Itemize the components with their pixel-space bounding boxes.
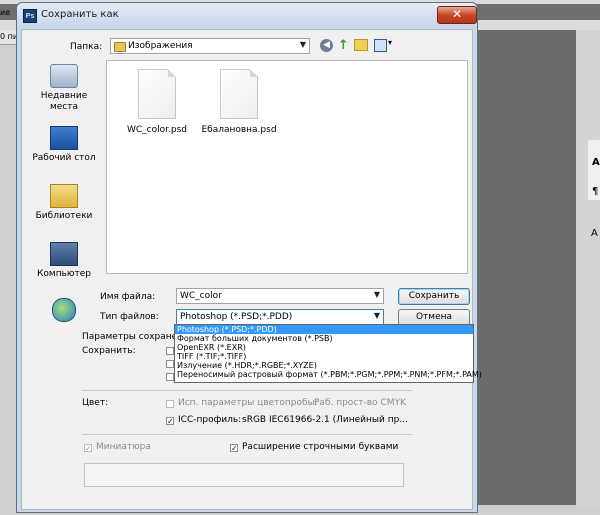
filetype-option[interactable]: TIFF (*.TIF;*.TIFF)	[175, 352, 473, 361]
background-tool-fragment-2: ¶	[592, 186, 599, 197]
place-label: Рабочий стол	[32, 153, 96, 163]
filetype-label: Тип файлов:	[100, 312, 159, 322]
chevron-down-icon[interactable]: ▾	[388, 38, 392, 47]
checkbox-icon[interactable]: ✓	[230, 444, 238, 453]
file-list[interactable]: WC_color.psd Ебалановна.psd	[106, 60, 468, 274]
chevron-down-icon: ▼	[373, 311, 380, 320]
background-tool-fragment-1: A	[592, 157, 600, 168]
save-button[interactable]: Сохранить	[398, 288, 470, 305]
recent-places-icon	[50, 64, 78, 88]
folder-value: Изображения	[128, 41, 193, 51]
dialog-titlebar[interactable]: Ps Сохранить как ✕	[17, 3, 477, 27]
filetype-option[interactable]: Переносимый растровый формат (*.PBM;*.PG…	[175, 370, 482, 379]
background-right-panel	[576, 30, 600, 515]
place-recent[interactable]: Недавние места	[26, 64, 102, 113]
network-icon	[52, 298, 76, 322]
place-label: Компьютер	[37, 269, 91, 279]
filename-label: Имя файла:	[100, 292, 156, 302]
folder-label: Папка:	[70, 42, 103, 52]
filetype-option[interactable]: OpenEXR (*.EXR)	[175, 343, 473, 352]
desktop-icon	[50, 126, 78, 150]
filetype-option[interactable]: Photoshop (*.PSD;*.PDD)	[175, 325, 473, 334]
lowercase-extension-label: Расширение строчными буквами	[242, 442, 399, 452]
checkbox-icon[interactable]	[166, 347, 174, 355]
file-item[interactable]: WC_color.psd	[117, 69, 197, 135]
background-tool-fragment-3: A	[591, 228, 598, 239]
dialog-client-area: Папка: Изображения ▼ ◀ ↑ ▾ Недавние мест…	[21, 29, 482, 510]
dialog-title: Сохранить как	[41, 9, 119, 20]
checkbox-icon[interactable]	[166, 373, 174, 381]
icc-profile-value: sRGB IEC61966-2.1 (Линейный пр...	[242, 415, 408, 425]
file-item[interactable]: Ебалановна.psd	[199, 69, 279, 135]
filename-value: WC_color	[180, 291, 222, 301]
back-icon[interactable]: ◀	[320, 39, 333, 52]
save-options-heading: Параметры сохране	[82, 332, 178, 342]
place-network[interactable]	[26, 298, 102, 325]
filename-combobox[interactable]: WC_color ▼	[176, 288, 384, 304]
warning-area	[84, 463, 404, 487]
divider	[82, 390, 412, 391]
checkbox-icon[interactable]	[166, 360, 174, 368]
places-bar: Недавние места Рабочий стол Библиотеки К…	[26, 60, 102, 360]
place-label: Библиотеки	[35, 211, 93, 221]
place-label: Недавние места	[40, 91, 88, 112]
filetype-dropdown-list[interactable]: Photoshop (*.PSD;*.PDD) Формат больших д…	[174, 324, 482, 383]
place-desktop[interactable]: Рабочий стол	[26, 126, 102, 164]
up-folder-icon[interactable]: ↑	[338, 38, 349, 53]
chevron-down-icon: ▼	[373, 290, 380, 299]
filetype-option[interactable]: Излучение (*.HDR;*.RGBE;*.XYZE)	[175, 361, 473, 370]
document-icon	[138, 69, 176, 119]
checkbox-icon[interactable]: ✓	[166, 417, 174, 426]
place-libraries[interactable]: Библиотеки	[26, 184, 102, 222]
checkbox-icon[interactable]	[166, 400, 174, 408]
close-icon[interactable]: ✕	[437, 6, 477, 24]
filetype-combobox[interactable]: Photoshop (*.PSD;*.PDD) ▼	[176, 309, 384, 325]
save-as-dialog: Ps Сохранить как ✕ Папка: Изображения ▼ …	[16, 2, 482, 513]
photoshop-app-icon: Ps	[23, 9, 37, 23]
color-label: Цвет:	[82, 398, 109, 408]
folder-icon	[114, 42, 126, 52]
document-icon	[220, 69, 258, 119]
place-computer[interactable]: Компьютер	[26, 242, 102, 280]
view-menu-icon[interactable]	[374, 39, 387, 52]
save-label: Сохранить:	[82, 346, 136, 356]
proof-setup-value: Раб. прост-во CMYK	[314, 398, 406, 408]
new-folder-icon[interactable]	[354, 39, 368, 51]
folder-combobox[interactable]: Изображения ▼	[110, 38, 310, 54]
computer-icon	[50, 242, 78, 266]
proof-setup-label: Исп. параметры цветопробы:	[178, 398, 318, 408]
chevron-down-icon: ▼	[299, 40, 306, 49]
libraries-icon	[50, 184, 78, 208]
icc-profile-label: ICC-профиль:	[178, 415, 242, 425]
file-name: Ебалановна.psd	[201, 125, 277, 135]
divider	[82, 434, 412, 435]
checkbox-icon: ✓	[84, 444, 92, 453]
filetype-option[interactable]: Формат больших документов (*.PSB)	[175, 334, 473, 343]
background-menu-fragment: ие	[0, 8, 11, 17]
filetype-value: Photoshop (*.PSD;*.PDD)	[180, 312, 293, 322]
file-name: WC_color.psd	[127, 125, 187, 135]
thumbnail-label: Миниатюра	[96, 442, 151, 452]
